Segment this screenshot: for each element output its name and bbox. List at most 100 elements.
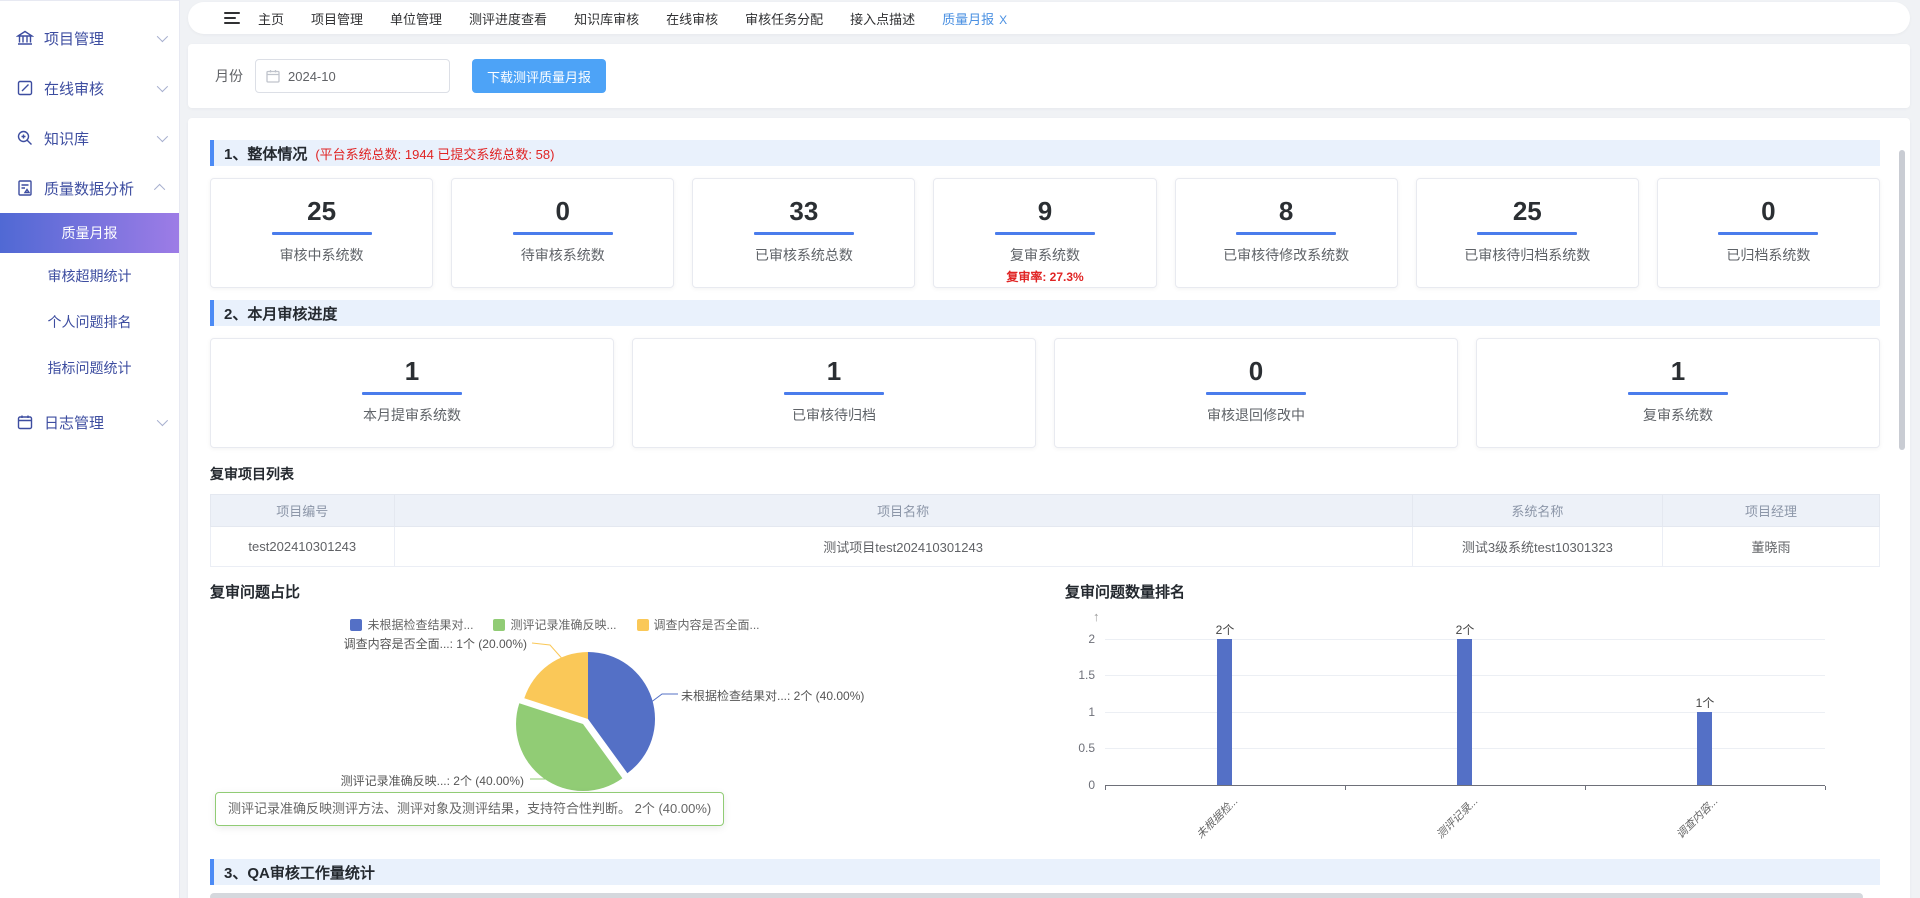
stat-underline — [1206, 392, 1306, 395]
cell-project-name: 测试项目test202410301243 — [394, 527, 1412, 567]
bar-value-label: 2个 — [1195, 621, 1255, 638]
sidebar-item-label: 日志管理 — [44, 412, 157, 433]
axis-tick — [1585, 786, 1586, 790]
sidebar-item-label: 质量数据分析 — [44, 178, 157, 199]
sidebar-item-label: 指标问题统计 — [48, 358, 132, 378]
chevron-down-icon — [157, 131, 168, 142]
stat-value: 1 — [1477, 357, 1879, 385]
tab-access-point[interactable]: 接入点描述 — [850, 9, 915, 28]
tab-eval-progress[interactable]: 测评进度查看 — [469, 9, 547, 28]
download-report-button[interactable]: 下载测评质量月报 — [472, 59, 606, 93]
stat-underline — [362, 392, 462, 395]
sidebar-item-label: 个人问题排名 — [48, 312, 132, 332]
month-picker[interactable] — [255, 59, 450, 93]
stat-card: 0 审核退回修改中 — [1054, 338, 1458, 448]
edit-icon — [16, 79, 34, 97]
charts-row: 复审问题占比 未根据检查结果对... 测评记录准确反映... 调查内容是否全面.… — [210, 581, 1880, 851]
sidebar-item-personal-issue-ranking[interactable]: 个人问题排名 — [0, 299, 179, 345]
tab-project-mgmt[interactable]: 项目管理 — [311, 9, 363, 28]
section-header-overview: 1、整体情况 (平台系统总数: 1944 已提交系统总数: 58) — [210, 140, 1880, 166]
calendar-icon — [266, 69, 280, 83]
stat-card: 0 已归档系统数 — [1657, 178, 1880, 288]
sidebar-item-indicator-issue-stats[interactable]: 指标问题统计 — [0, 345, 179, 391]
sidebar-item-log-mgmt[interactable]: 日志管理 — [0, 397, 179, 447]
stat-label: 已审核待归档 — [633, 405, 1035, 425]
callout-line-blue — [650, 694, 678, 703]
pie-callout-yellow: 调查内容是否全面...: 1个 (20.00%) — [344, 635, 527, 652]
sidebar-item-review-overdue-stats[interactable]: 审核超期统计 — [0, 253, 179, 299]
sidebar: 项目管理 在线审核 知识库 质量数据分析 质量月报 审核超期统计 个人问题排名 … — [0, 0, 180, 898]
stat-label: 复审系统数 — [1477, 405, 1879, 425]
sidebar-item-quality-analysis[interactable]: 质量数据分析 — [0, 163, 179, 213]
stat-label: 审核中系统数 — [211, 245, 432, 265]
y-tick-label: 1.5 — [1065, 668, 1095, 682]
table-row[interactable]: test202410301243 测试项目test202410301243 测试… — [211, 527, 1880, 567]
stat-card: 25 已审核待归档系统数 — [1416, 178, 1639, 288]
stat-card: 25 审核中系统数 — [210, 178, 433, 288]
axis-tick — [1105, 786, 1106, 790]
bar-1[interactable] — [1217, 639, 1232, 785]
chevron-down-icon — [157, 81, 168, 92]
stat-label: 已审核待修改系统数 — [1176, 245, 1397, 265]
section-annotation: (平台系统总数: 1944 已提交系统总数: 58) — [315, 144, 554, 163]
stat-value: 9 — [934, 197, 1155, 225]
tab-kb-review[interactable]: 知识库审核 — [574, 9, 639, 28]
tab-online-review[interactable]: 在线审核 — [666, 9, 718, 28]
stat-underline — [754, 232, 854, 235]
stat-sublabel: 复审率: 27.3% — [934, 268, 1155, 285]
horizontal-scrollbar[interactable] — [210, 893, 1863, 898]
review-table-title: 复审项目列表 — [210, 464, 1880, 484]
sidebar-item-label: 知识库 — [44, 128, 157, 149]
section-title: 3、QA审核工作量统计 — [224, 862, 375, 883]
stat-label: 复审系统数 — [934, 245, 1155, 265]
filter-bar: 月份 下载测评质量月报 — [188, 44, 1910, 108]
cell-system-name: 测试3级系统test10301323 — [1412, 527, 1662, 567]
cell-project-manager: 董晓雨 — [1663, 527, 1880, 567]
y-tick-label: 0.5 — [1065, 741, 1095, 755]
sidebar-item-online-review[interactable]: 在线审核 — [0, 63, 179, 113]
stat-label: 已审核待归档系统数 — [1417, 245, 1638, 265]
bar-2[interactable] — [1457, 639, 1472, 785]
axis-tick — [1825, 786, 1826, 790]
stat-underline — [1236, 232, 1336, 235]
sidebar-item-project-mgmt[interactable]: 项目管理 — [0, 13, 179, 63]
vertical-scrollbar[interactable] — [1899, 150, 1905, 450]
collapse-menu-icon[interactable] — [224, 12, 240, 24]
bank-icon — [16, 29, 34, 47]
x-category-label: 测评记录... — [1421, 793, 1482, 854]
stat-underline — [513, 232, 613, 235]
stat-underline — [272, 232, 372, 235]
section-header-month-progress: 2、本月审核进度 — [210, 300, 1880, 326]
month-input[interactable] — [288, 69, 418, 84]
axis-tick — [1345, 786, 1346, 790]
pie-tooltip: 测评记录准确反映测评方法、测评对象及测评结果，支持符合性判断。 2个 (40.0… — [215, 792, 724, 826]
stat-card: 1 已审核待归档 — [632, 338, 1036, 448]
tab-home[interactable]: 主页 — [258, 9, 284, 28]
stat-value: 8 — [1176, 197, 1397, 225]
y-tick-label: 0 — [1065, 778, 1095, 792]
tab-unit-mgmt[interactable]: 单位管理 — [390, 9, 442, 28]
close-tab-icon[interactable]: X — [999, 13, 1007, 27]
stat-label: 已审核系统总数 — [693, 245, 914, 265]
stat-value: 0 — [1055, 357, 1457, 385]
stat-value: 0 — [1658, 197, 1879, 225]
stat-value: 25 — [1417, 197, 1638, 225]
sidebar-item-quality-report[interactable]: 质量月报 — [0, 213, 179, 253]
bar-chart-review-issue-ranking: 复审问题数量排名 ↑ 2 1.5 1 0.5 0 2个 — [1065, 581, 1880, 851]
pie-callout-green: 测评记录准确反映...: 2个 (40.00%) — [341, 772, 524, 789]
bar-value-label: 2个 — [1435, 621, 1495, 638]
sidebar-item-label: 在线审核 — [44, 78, 157, 99]
tab-task-assign[interactable]: 审核任务分配 — [745, 9, 823, 28]
y-axis-arrow: ↑ — [1093, 609, 1100, 624]
bar-3[interactable] — [1697, 712, 1712, 785]
pie-chart-review-issue-ratio: 复审问题占比 未根据检查结果对... 测评记录准确反映... 调查内容是否全面.… — [210, 581, 900, 851]
stat-card: 8 已审核待修改系统数 — [1175, 178, 1398, 288]
x-axis-line — [1105, 785, 1825, 786]
stat-underline — [784, 392, 884, 395]
stat-underline — [1477, 232, 1577, 235]
tab-quality-report[interactable]: 质量月报X — [942, 9, 1007, 28]
section-title: 1、整体情况 — [224, 143, 307, 164]
sidebar-item-knowledge-base[interactable]: 知识库 — [0, 113, 179, 163]
stat-value: 1 — [211, 357, 613, 385]
x-category-label: 未根据检... — [1181, 793, 1242, 854]
